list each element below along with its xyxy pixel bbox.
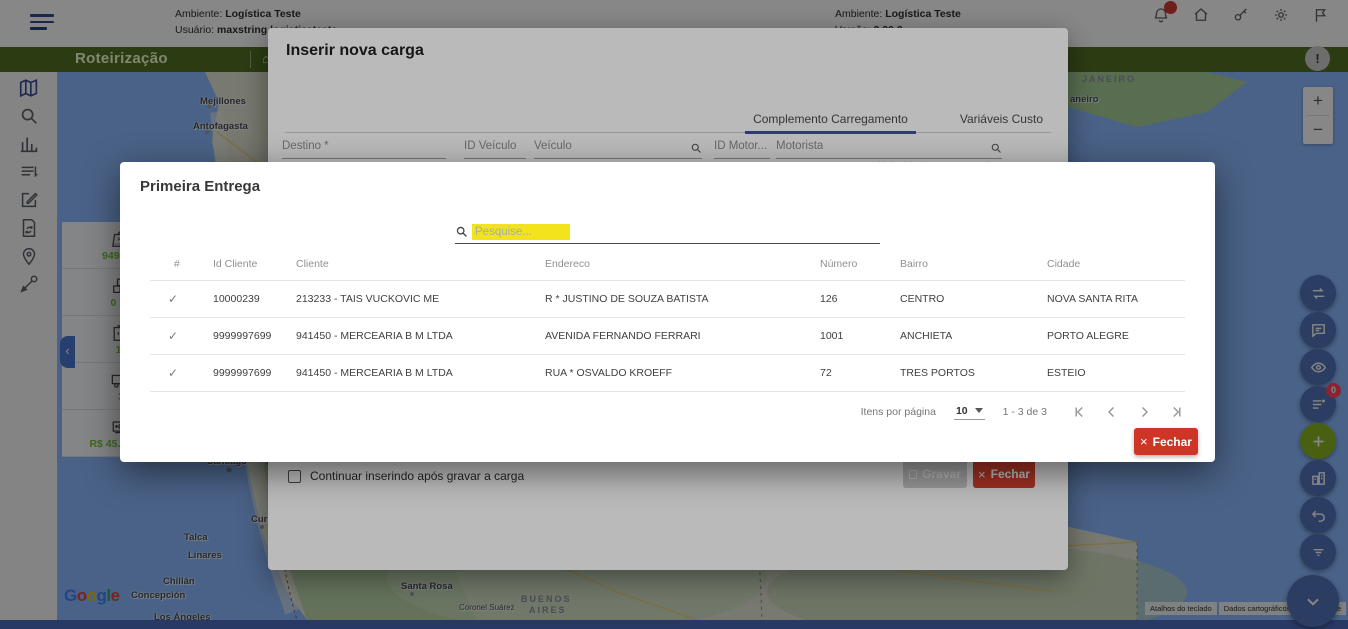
table-row[interactable]: 9999997699 941450 - MERCEARIA B M LTDA A… <box>150 318 1185 355</box>
search-input[interactable]: Pesquise... <box>455 220 880 244</box>
table-header-row: # Id Cliente Cliente Endereco Número Bai… <box>150 258 1185 281</box>
search-placeholder-highlighted: Pesquise... <box>472 224 570 240</box>
close-dialog-button[interactable]: Fechar <box>1134 428 1198 455</box>
table-row[interactable]: 9999997699 941450 - MERCEARIA B M LTDA R… <box>150 355 1185 392</box>
search-icon <box>455 225 468 238</box>
dialog-title: Primeira Entrega <box>140 178 260 195</box>
chevron-down-icon <box>975 408 983 413</box>
pagination: Itens por página 10 1 - 3 de 3 <box>861 400 1185 424</box>
range-label: 1 - 3 de 3 <box>1003 406 1047 418</box>
prev-page-button[interactable] <box>1103 403 1121 421</box>
last-page-button[interactable] <box>1167 403 1185 421</box>
app: Ambiente: Logística Teste Usuário: maxst… <box>0 0 1348 629</box>
page-size-select[interactable]: 10 <box>954 405 985 420</box>
deliveries-table: # Id Cliente Cliente Endereco Número Bai… <box>150 258 1185 392</box>
close-icon <box>1140 434 1148 449</box>
first-page-button[interactable] <box>1071 403 1089 421</box>
table-row[interactable]: 10000239 213233 - TAIS VUCKOVIC ME R * J… <box>150 281 1185 318</box>
check-icon[interactable] <box>150 281 213 318</box>
check-icon[interactable] <box>150 355 213 392</box>
next-page-button[interactable] <box>1135 403 1153 421</box>
items-per-page-label: Itens por página <box>861 406 936 418</box>
check-icon[interactable] <box>150 318 213 355</box>
primeira-entrega-dialog: Primeira Entrega Pesquise... # Id Client… <box>120 162 1215 462</box>
